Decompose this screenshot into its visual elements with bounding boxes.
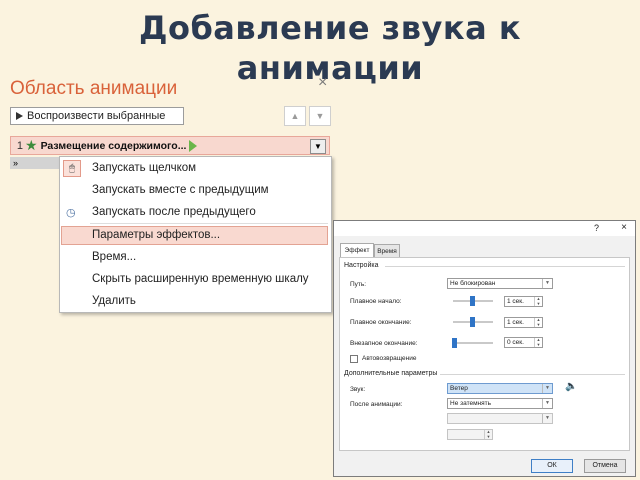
- close-icon[interactable]: ×: [621, 222, 627, 233]
- chevron-down-icon: ▼: [542, 384, 552, 393]
- smooth-end-value: 1 сек.: [507, 319, 524, 326]
- motion-path-icon: [189, 139, 198, 152]
- animation-pane-title: Область анимации: [10, 78, 178, 99]
- chevron-down-icon[interactable]: ▼: [310, 139, 326, 154]
- help-icon[interactable]: ?: [594, 223, 599, 233]
- autoreverse-label: Автовозвращение: [362, 355, 417, 362]
- after-animation-select[interactable]: Не затемнять ▼: [447, 398, 553, 409]
- smooth-start-label: Плавное начало:: [350, 298, 402, 305]
- animate-text-select: ▼: [447, 413, 553, 424]
- section-settings-heading: Настройка: [344, 262, 379, 269]
- smooth-end-spinner[interactable]: 1 сек. ▲ ▼: [504, 317, 543, 328]
- spinner-arrows-icon: ▲ ▼: [484, 429, 492, 439]
- autoreverse-checkbox[interactable]: [350, 355, 358, 363]
- menu-item-timing[interactable]: Время...: [92, 251, 136, 263]
- section-divider: [440, 374, 625, 375]
- expand-icon[interactable]: »: [10, 157, 60, 169]
- ok-button[interactable]: ОК: [531, 459, 573, 473]
- bounce-end-spinner[interactable]: 0 сек. ▲ ▼: [504, 337, 543, 348]
- menu-item-start-after-previous[interactable]: Запускать после предыдущего: [92, 206, 256, 218]
- sound-select[interactable]: Ветер ▼: [447, 383, 553, 394]
- smooth-end-label: Плавное окончание:: [350, 319, 412, 326]
- section-divider: [385, 266, 625, 267]
- path-select[interactable]: Не блокирован ▼: [447, 278, 553, 289]
- animation-item-name: Размещение содержимого...: [40, 139, 187, 152]
- speaker-icon[interactable]: 🔈: [565, 381, 578, 393]
- animation-list-item[interactable]: 1 ★ Размещение содержимого... ▼: [10, 136, 330, 155]
- bounce-end-value: 0 сек.: [507, 339, 524, 346]
- menu-item-effect-options[interactable]: Параметры эффектов...: [92, 229, 220, 241]
- menu-item-delete[interactable]: Удалить: [92, 295, 136, 307]
- animation-order-number: 1: [16, 139, 23, 152]
- after-animation-value: Не затемнять: [450, 400, 492, 407]
- path-value: Не блокирован: [450, 280, 496, 287]
- chevron-down-icon: ▼: [542, 279, 552, 288]
- move-up-button[interactable]: ▲: [284, 106, 306, 126]
- effect-options-dialog: ? × Эффект Время Настройка Путь: Не блок…: [333, 220, 636, 477]
- smooth-end-slider-thumb[interactable]: [470, 317, 475, 327]
- spinner-arrows-icon: ▲ ▼: [534, 296, 542, 306]
- mouse-icon: 🖱: [63, 160, 81, 177]
- slide-title: Добавление звука к анимации: [138, 9, 522, 87]
- bounce-end-slider-track[interactable]: [453, 342, 493, 344]
- sound-value: Ветер: [450, 385, 468, 392]
- star-icon: ★: [25, 137, 38, 153]
- move-down-button[interactable]: ▼: [309, 106, 331, 126]
- menu-item-start-with-previous[interactable]: Запускать вместе с предыдущим: [92, 184, 269, 196]
- tab-timing[interactable]: Время: [374, 244, 400, 257]
- dialog-titlebar: [334, 221, 635, 236]
- after-animation-label: После анимации:: [350, 401, 403, 408]
- animation-context-menu: 🖱 Запускать щелчком Запускать вместе с п…: [59, 156, 332, 313]
- close-icon[interactable]: ×: [318, 74, 327, 92]
- menu-item-hide-timeline[interactable]: Скрыть расширенную временную шкалу: [92, 273, 309, 285]
- smooth-start-spinner[interactable]: 1 сек. ▲ ▼: [504, 296, 543, 307]
- play-selected-button[interactable]: Воспроизвести выбранные: [10, 107, 184, 125]
- chevron-down-icon: ▼: [542, 399, 552, 408]
- effect-tab-panel: Настройка Путь: Не блокирован ▼ Плавное …: [339, 257, 630, 451]
- spinner-arrows-icon: ▲ ▼: [534, 317, 542, 327]
- chevron-down-icon: ▼: [542, 414, 552, 423]
- tab-effect[interactable]: Эффект: [340, 243, 374, 257]
- smooth-start-value: 1 сек.: [507, 298, 524, 305]
- text-delay-spinner: ▲ ▼: [447, 429, 493, 440]
- menu-item-start-on-click[interactable]: Запускать щелчком: [92, 162, 196, 174]
- play-icon: [16, 112, 23, 120]
- section-extra-heading: Дополнительные параметры: [344, 370, 438, 377]
- path-label: Путь:: [350, 281, 367, 288]
- spinner-arrows-icon: ▲ ▼: [534, 337, 542, 347]
- smooth-start-slider-thumb[interactable]: [470, 296, 475, 306]
- play-selected-label: Воспроизвести выбранные: [27, 110, 166, 122]
- sound-label: Звук:: [350, 386, 366, 393]
- bounce-end-label: Внезапное окончание:: [350, 340, 418, 347]
- bounce-end-slider-thumb[interactable]: [452, 338, 457, 348]
- clock-icon: ◷: [66, 207, 76, 219]
- menu-separator: [90, 223, 328, 224]
- cancel-button[interactable]: Отмена: [584, 459, 626, 473]
